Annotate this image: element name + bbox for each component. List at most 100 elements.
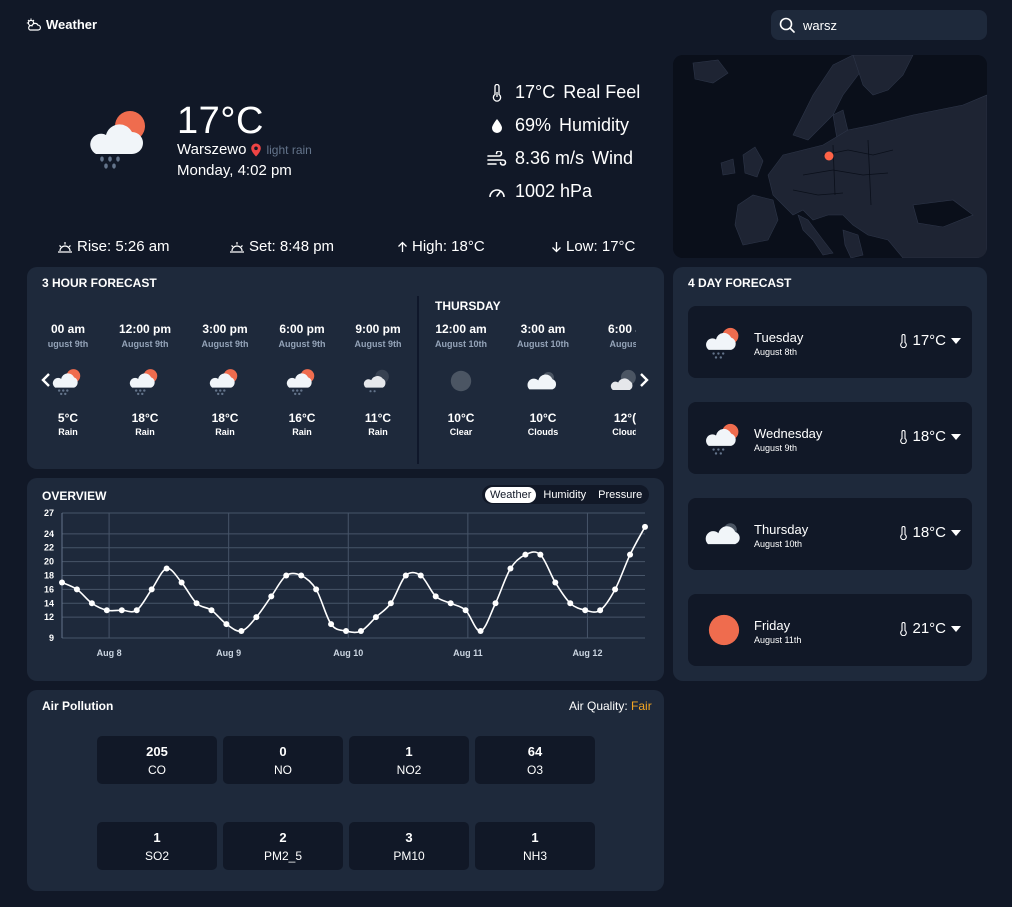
thermometer-icon (900, 525, 908, 540)
hourly-desc: Clear (449, 427, 473, 437)
hourly-temp: 11°C (364, 411, 392, 425)
hourly-temp: 18°C (211, 411, 239, 425)
x-tick-label: Aug 10 (333, 648, 363, 658)
location-pin-icon (251, 143, 262, 156)
search-bar[interactable] (771, 10, 987, 40)
data-point (133, 607, 140, 614)
hourly-time: 12:00 am (435, 322, 487, 336)
daily-day: Tuesday (754, 330, 804, 345)
overview-chart: 9 12 14 16 18 20 22 24 27 Aug 8 Aug 9 Aug 10 Aug 11 A… (44, 508, 648, 658)
pollutant-value: 1 (153, 830, 161, 845)
scroll-right-button[interactable] (638, 372, 650, 393)
data-point (642, 523, 648, 530)
scroll-left-button[interactable] (40, 372, 52, 393)
wind-stat: 8.36 m/s Wind (487, 148, 633, 169)
data-point (343, 628, 350, 635)
hourly-temp: 18°C (131, 411, 159, 425)
search-icon (779, 17, 795, 33)
search-input[interactable] (803, 17, 973, 33)
hourly-item: 6:00 a August 12°( Cloud (585, 322, 636, 437)
caret-down-icon[interactable] (950, 337, 962, 345)
daily-card-friday[interactable]: Friday August 11th 21°C (688, 594, 972, 666)
hourly-item: 12:00 am August 10th 10°C Clear (421, 322, 501, 437)
data-point (417, 572, 424, 579)
data-point (357, 628, 364, 635)
hourly-date: August 9th (201, 339, 249, 349)
data-point (193, 600, 200, 607)
wind-label: Wind (592, 148, 634, 168)
data-point (552, 579, 559, 586)
daily-card-wednesday[interactable]: Wednesday August 9th 18°C (688, 402, 972, 474)
tab-humidity[interactable]: Humidity (538, 487, 591, 503)
hourly-date: August 9th (354, 339, 402, 349)
data-point (73, 586, 80, 593)
thermometer-icon (900, 333, 908, 348)
hourly-scroller[interactable]: 00 am ugust 9th 5°C Rain 12:00 pm August … (38, 296, 636, 464)
daily-card-tuesday[interactable]: Tuesday August 8th 17°C (688, 306, 972, 378)
daily-temp: 21°C (899, 620, 962, 637)
caret-down-icon[interactable] (950, 529, 962, 537)
real-feel-value: 17°C (515, 82, 556, 102)
y-tick-label: 24 (44, 529, 54, 539)
daily-date: August 11th (754, 635, 802, 645)
daily-card-thursday[interactable]: Thursday August 10th 18°C (688, 498, 972, 570)
data-point (298, 572, 305, 579)
caret-down-icon[interactable] (950, 433, 962, 441)
hourly-date: August 9th (278, 339, 326, 349)
cloud-icon (503, 359, 583, 403)
data-point (118, 607, 125, 614)
data-point (103, 607, 110, 614)
low-temp: Low: 17°C (551, 238, 635, 255)
cloud-icon (704, 516, 744, 552)
hourly-title: 3 HOUR FORECAST (42, 276, 157, 290)
high-temp: High: 18°C (397, 238, 485, 255)
y-tick-label: 9 (49, 633, 54, 643)
hourly-temp: 10°C (529, 411, 557, 425)
wind-value: 8.36 m/s (515, 148, 585, 168)
pollutant-name: PM2_5 (263, 849, 303, 863)
y-tick-label: 18 (44, 571, 54, 581)
rain-cloud-sun-icon (704, 420, 744, 456)
daily-temp: 17°C (899, 332, 962, 349)
data-point (402, 572, 409, 579)
y-tick-label: 27 (44, 508, 54, 518)
rain-icon (105, 359, 185, 403)
brand[interactable]: Weather (26, 17, 97, 32)
data-point (88, 600, 95, 607)
daily-date: August 10th (754, 539, 803, 549)
data-point (507, 565, 514, 572)
hourly-desc: Rain (215, 427, 235, 437)
data-point (567, 600, 574, 607)
location-map[interactable] (673, 55, 987, 258)
droplet-icon (492, 118, 502, 133)
arrow-up-icon (398, 241, 407, 252)
caret-down-icon[interactable] (950, 625, 962, 633)
overview-tabs: Weather Humidity Pressure (482, 485, 649, 504)
data-point (462, 607, 469, 614)
pollutant-name: PM10 (393, 849, 425, 863)
hourly-temp: 5°C (57, 411, 79, 425)
rain-icon (262, 359, 342, 403)
pressure-stat: 1002 hPa (487, 181, 592, 202)
moon-icon (421, 359, 501, 403)
y-tick-label: 20 (44, 557, 54, 567)
hourly-desc: Cloud (612, 427, 636, 437)
pollutant-no: 0 NO (223, 736, 343, 784)
tab-pressure[interactable]: Pressure (593, 487, 647, 503)
city-line: Warszewo light rain (177, 141, 312, 158)
pollutant-pm2_5: 2 PM2_5 (223, 822, 343, 870)
hourly-desc: Clouds (527, 427, 559, 437)
hourly-item: 6:00 pm August 9th 16°C Rain (262, 322, 342, 437)
hourly-desc: Rain (368, 427, 388, 437)
hourly-date: August (609, 339, 637, 349)
hourly-time: 6:00 pm (279, 322, 325, 336)
tab-weather[interactable]: Weather (485, 486, 537, 503)
humidity-label: Humidity (559, 115, 630, 135)
pollutant-pm10: 3 PM10 (349, 822, 469, 870)
sunset: Set: 8:48 pm (229, 238, 334, 255)
hourly-item: 9:00 pm August 9th 11°C Rain (338, 322, 418, 437)
overview-title: OVERVIEW (42, 489, 107, 503)
data-point (627, 551, 634, 558)
data-point (253, 614, 260, 621)
pollutant-value: 205 (146, 744, 168, 759)
